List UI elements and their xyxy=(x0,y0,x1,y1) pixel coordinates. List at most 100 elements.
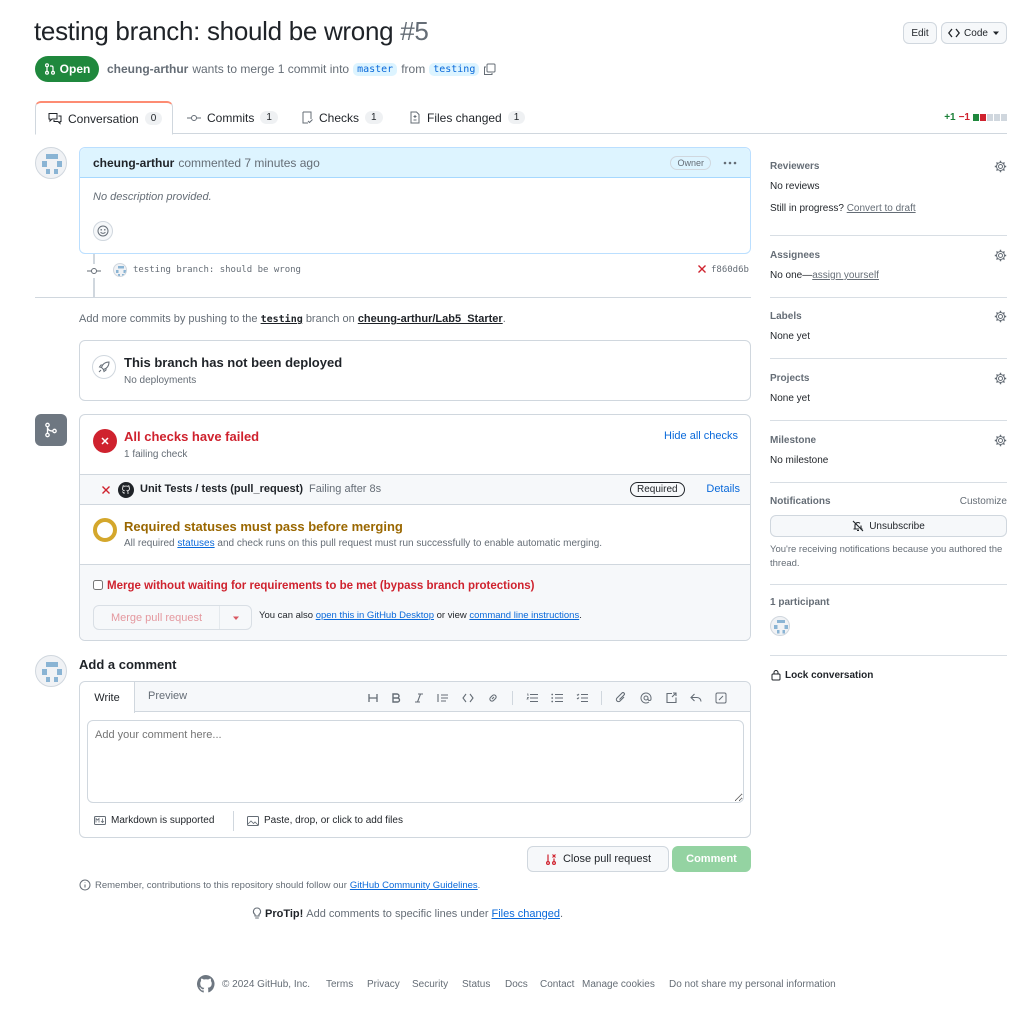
footer-link-manage-cookies[interactable]: Manage cookies xyxy=(582,979,655,990)
x-circle-icon xyxy=(93,429,117,453)
commit-avatar[interactable] xyxy=(113,263,127,277)
also-text-c: . xyxy=(579,610,582,621)
merge-alternatives: You can also open this in GitHub Desktop… xyxy=(259,610,582,621)
footer-copyright: © 2024 GitHub, Inc. xyxy=(222,979,310,990)
gear-icon[interactable] xyxy=(994,249,1007,262)
comment-textarea[interactable] xyxy=(87,720,744,803)
comment-button[interactable]: Comment xyxy=(672,846,751,872)
edit-button[interactable]: Edit xyxy=(903,22,937,44)
avatar[interactable] xyxy=(35,655,67,687)
gear-icon[interactable] xyxy=(994,310,1007,323)
convert-to-draft-link[interactable]: Convert to draft xyxy=(847,203,916,214)
bypass-checkbox[interactable] xyxy=(93,580,103,590)
reviewers-heading: Reviewers xyxy=(770,161,820,172)
assign-yourself-link[interactable]: assign yourself xyxy=(812,270,879,281)
cli-instructions-link[interactable]: command line instructions xyxy=(469,610,579,621)
footer-link-security[interactable]: Security xyxy=(412,979,448,990)
footer-link-status[interactable]: Status xyxy=(462,979,490,990)
quote-icon[interactable] xyxy=(437,693,449,703)
toolbar-divider xyxy=(512,691,513,705)
tab-checks[interactable]: Checks 1 xyxy=(289,101,395,134)
attach-files[interactable]: Paste, drop, or click to add files xyxy=(247,815,403,826)
unordered-list-icon[interactable] xyxy=(551,693,563,703)
commit-message-link[interactable]: testing branch: should be wrong xyxy=(133,265,301,275)
github-logo-icon[interactable] xyxy=(197,975,215,993)
base-branch[interactable]: master xyxy=(353,62,398,76)
guidelines-note: Remember, contributions to this reposito… xyxy=(79,879,480,891)
deployment-title: This branch has not been deployed xyxy=(124,355,343,370)
close-pull-request-button[interactable]: Close pull request xyxy=(527,846,669,872)
heading-icon[interactable] xyxy=(368,693,378,703)
copy-icon[interactable] xyxy=(483,63,496,76)
task-list-icon[interactable] xyxy=(576,693,588,703)
tab-conversation[interactable]: Conversation 0 xyxy=(35,101,173,135)
reply-icon[interactable] xyxy=(690,693,702,703)
unsubscribe-button[interactable]: Unsubscribe xyxy=(770,515,1007,537)
comment-author-link[interactable]: cheung-arthur xyxy=(93,156,174,170)
lock-conversation-button[interactable]: Lock conversation xyxy=(771,669,873,681)
kebab-horizontal-icon[interactable] xyxy=(723,161,737,165)
repo-link[interactable]: cheung-arthur/Lab5_Starter xyxy=(358,313,503,325)
files-changed-link[interactable]: Files changed xyxy=(492,908,561,920)
git-merge-icon xyxy=(35,414,67,446)
reaction-button[interactable] xyxy=(93,221,113,241)
slash-command-icon[interactable] xyxy=(715,692,727,704)
customize-link[interactable]: Customize xyxy=(960,496,1007,507)
participant-avatar[interactable] xyxy=(770,616,790,636)
paperclip-icon[interactable] xyxy=(615,692,627,704)
bold-icon[interactable] xyxy=(391,693,401,703)
milestone-section: Milestone No milestone xyxy=(770,434,1007,483)
community-guidelines-link[interactable]: GitHub Community Guidelines xyxy=(350,880,478,891)
cross-reference-icon[interactable] xyxy=(665,692,677,704)
link-icon[interactable] xyxy=(487,692,499,704)
required-badge: Required xyxy=(630,482,685,497)
commit-sha-link[interactable]: f860d6b xyxy=(711,265,749,275)
tab-label: Files changed xyxy=(427,110,502,125)
deployment-box: This branch has not been deployed No dep… xyxy=(79,340,751,401)
tab-write[interactable]: Write xyxy=(80,682,135,713)
tab-label: Checks xyxy=(319,110,360,125)
statuses-link[interactable]: statuses xyxy=(177,538,214,549)
footer-link-do-not-share[interactable]: Do not share my personal information xyxy=(669,979,836,990)
labels-section: Labels None yet xyxy=(770,310,1007,359)
tab-count: 1 xyxy=(260,111,278,124)
code-icon[interactable] xyxy=(462,693,474,703)
tab-files-changed[interactable]: Files changed 1 xyxy=(397,101,537,134)
pr-subline: cheung-arthur wants to merge 1 commit in… xyxy=(107,62,496,76)
code-button[interactable]: Code xyxy=(941,22,1007,44)
github-desktop-link[interactable]: open this in GitHub Desktop xyxy=(316,610,434,621)
avatar[interactable] xyxy=(35,147,67,179)
head-branch[interactable]: testing xyxy=(429,62,480,76)
x-icon[interactable] xyxy=(697,264,707,274)
checks-subtitle: 1 failing check xyxy=(124,449,188,460)
markdown-support[interactable]: Markdown is supported xyxy=(94,815,214,826)
diffstat-deletions: −1 xyxy=(958,112,970,123)
git-pull-request-closed-icon xyxy=(545,853,557,865)
hide-checks-link[interactable]: Hide all checks xyxy=(664,430,738,442)
close-pull-request-label: Close pull request xyxy=(562,853,652,865)
tab-preview[interactable]: Preview xyxy=(148,690,187,702)
tab-label: Commits xyxy=(207,110,255,125)
mention-icon[interactable] xyxy=(640,692,652,704)
comment-timestamp[interactable]: commented 7 minutes ago xyxy=(178,156,319,170)
gear-icon[interactable] xyxy=(994,160,1007,173)
push-hint-branch[interactable]: testing xyxy=(261,314,303,325)
details-link[interactable]: Details xyxy=(706,483,740,495)
bypass-label[interactable]: Merge without waiting for requirements t… xyxy=(107,580,534,592)
footer-link-terms[interactable]: Terms xyxy=(326,979,353,990)
reviewers-section: Reviewers No reviews Still in progress? … xyxy=(770,160,1007,236)
ordered-list-icon[interactable] xyxy=(526,693,538,703)
protip-label: ProTip! xyxy=(265,907,304,920)
footer-link-privacy[interactable]: Privacy xyxy=(367,979,400,990)
gear-icon[interactable] xyxy=(994,434,1007,447)
pr-number: #5 xyxy=(400,16,429,46)
footer-link-docs[interactable]: Docs xyxy=(505,979,528,990)
merge-pull-request-button[interactable]: Merge pull request xyxy=(94,606,220,629)
projects-value: None yet xyxy=(770,393,811,404)
tab-commits[interactable]: Commits 1 xyxy=(175,101,290,134)
merge-method-dropdown[interactable] xyxy=(220,606,251,629)
italic-icon[interactable] xyxy=(414,693,424,703)
author-link[interactable]: cheung-arthur xyxy=(107,62,188,76)
footer-link-contact[interactable]: Contact xyxy=(540,979,574,990)
gear-icon[interactable] xyxy=(994,372,1007,385)
